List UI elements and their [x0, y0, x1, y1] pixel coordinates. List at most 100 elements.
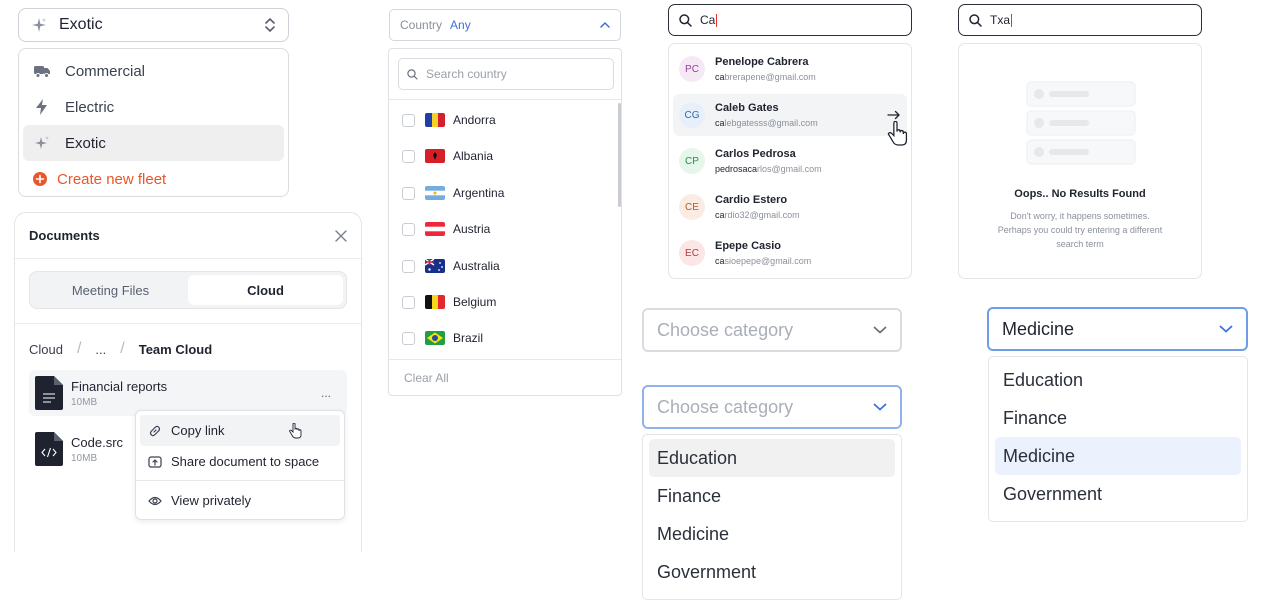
- menu-item-copy-link[interactable]: Copy link: [140, 415, 340, 446]
- clear-all-button[interactable]: Clear All: [404, 371, 449, 385]
- category-option-education[interactable]: Education: [649, 439, 895, 477]
- category-option-finance[interactable]: Finance: [649, 477, 895, 515]
- scrollbar[interactable]: [618, 103, 621, 207]
- category-option-government[interactable]: Government: [995, 475, 1241, 513]
- contact-results-panel: PC Penelope Cabrera cabrerapene@gmail.co…: [668, 43, 912, 279]
- category-placeholder: Choose category: [657, 396, 794, 417]
- category-option-education[interactable]: Education: [995, 361, 1241, 399]
- checkbox[interactable]: [402, 295, 415, 309]
- create-fleet-label: Create new fleet: [57, 170, 167, 188]
- file-context-menu: Copy link Share document to space View p…: [135, 410, 345, 520]
- contact-name: Penelope Cabrera: [715, 56, 809, 68]
- category-select-open[interactable]: Choose category: [642, 385, 902, 429]
- breadcrumb-cloud[interactable]: Cloud: [29, 342, 63, 357]
- checkbox[interactable]: [402, 113, 415, 127]
- pointer-cursor-icon: [886, 121, 908, 147]
- close-icon[interactable]: [335, 229, 347, 242]
- lightning-icon: [33, 99, 51, 115]
- search-icon: [407, 68, 418, 80]
- country-option-albania[interactable]: Albania: [402, 146, 493, 166]
- menu-item-view-privately[interactable]: View privately: [140, 485, 340, 516]
- country-option-argentina[interactable]: Argentina: [402, 183, 504, 203]
- category-placeholder: Choose category: [657, 319, 794, 340]
- avatar: PC: [679, 56, 705, 82]
- country-name: Andorra: [453, 113, 496, 127]
- contact-email: cardio32@gmail.com: [715, 210, 800, 220]
- contact-email: cabrerapene@gmail.com: [715, 72, 816, 82]
- checkbox[interactable]: [402, 259, 415, 273]
- fleet-item-commercial[interactable]: Commercial: [23, 53, 284, 89]
- breadcrumb-ellipsis[interactable]: ...: [95, 342, 106, 357]
- create-fleet-button[interactable]: Create new fleet: [23, 161, 284, 197]
- country-name: Brazil: [453, 331, 484, 345]
- share-upload-icon: [148, 455, 162, 469]
- country-option-australia[interactable]: Australia: [402, 256, 500, 276]
- contact-email: casioepepe@gmail.com: [715, 256, 812, 266]
- breadcrumb-separator: /: [120, 340, 125, 357]
- contact-row[interactable]: CP Carlos Pedrosa pedrosacarlos@gmail.co…: [673, 140, 907, 182]
- arrow-right-icon[interactable]: [887, 110, 901, 120]
- fleet-item-label: Exotic: [65, 134, 106, 152]
- contact-row[interactable]: PC Penelope Cabrera cabrerapene@gmail.co…: [673, 48, 907, 90]
- country-list-panel: Search country Andorra Albania Argentina…: [388, 48, 622, 396]
- category-option-medicine[interactable]: Medicine: [995, 437, 1241, 475]
- country-option-brazil[interactable]: Brazil: [402, 328, 483, 348]
- fleet-select[interactable]: Exotic: [18, 8, 289, 42]
- fleet-item-electric[interactable]: Electric: [23, 89, 284, 125]
- tab-meeting-files[interactable]: Meeting Files: [33, 275, 188, 305]
- country-option-belgium[interactable]: Belgium: [402, 292, 496, 312]
- austria-flag-icon: [425, 222, 445, 236]
- documents-header: Documents: [15, 213, 361, 259]
- category-option-medicine[interactable]: Medicine: [649, 515, 895, 553]
- contact-row[interactable]: EC Epepe Casio casioepepe@gmail.com: [673, 232, 907, 274]
- divider: [15, 323, 361, 324]
- sparkle-icon: [31, 17, 47, 33]
- fleet-item-exotic[interactable]: Exotic: [23, 125, 284, 161]
- country-filter-label: Country: [400, 18, 443, 32]
- country-option-andorra[interactable]: Andorra: [402, 110, 496, 130]
- avatar: CP: [679, 148, 705, 174]
- file-name: Financial reports: [71, 378, 168, 394]
- divider: [389, 99, 621, 100]
- contact-name: Cardio Estero: [715, 194, 788, 206]
- empty-state-title: Oops.. No Results Found: [1014, 188, 1146, 200]
- category-menu: Education Finance Medicine Government: [642, 434, 902, 600]
- australia-flag-icon: [425, 259, 445, 273]
- contact-name: Carlos Pedrosa: [715, 148, 796, 160]
- checkbox[interactable]: [402, 331, 415, 345]
- category-option-finance[interactable]: Finance: [995, 399, 1241, 437]
- empty-list-illustration-icon: [1025, 80, 1137, 168]
- category-select-selected[interactable]: Medicine: [987, 307, 1248, 351]
- breadcrumb-separator: /: [76, 340, 82, 357]
- text-caret: [716, 13, 718, 27]
- link-icon: [148, 424, 162, 438]
- menu-item-share-document[interactable]: Share document to space: [140, 446, 340, 477]
- documents-tabs: Meeting Files Cloud: [29, 271, 347, 309]
- contact-row[interactable]: CE Cardio Estero cardio32@gmail.com: [673, 186, 907, 228]
- avatar: EC: [679, 240, 705, 266]
- checkbox[interactable]: [402, 186, 415, 200]
- avatar: CE: [679, 194, 705, 220]
- search-icon: [679, 13, 692, 27]
- checkbox[interactable]: [402, 149, 415, 163]
- tab-cloud[interactable]: Cloud: [188, 275, 343, 305]
- country-name: Argentina: [453, 186, 505, 200]
- search-icon: [969, 13, 982, 27]
- category-option-government[interactable]: Government: [649, 553, 895, 591]
- contact-search-input[interactable]: Ca: [668, 4, 912, 36]
- more-options-button[interactable]: ...: [321, 386, 331, 400]
- avatar: CG: [679, 102, 705, 128]
- empty-search-input[interactable]: Txa: [958, 4, 1202, 36]
- chevron-down-icon: [1219, 325, 1233, 333]
- search-country-input[interactable]: Search country: [398, 58, 614, 90]
- category-select[interactable]: Choose category: [642, 308, 902, 352]
- contact-row[interactable]: CG Caleb Gates calebgatesss@gmail.com: [673, 94, 907, 136]
- argentina-flag-icon: [425, 186, 445, 200]
- country-name: Austria: [453, 222, 491, 236]
- fleet-item-label: Electric: [65, 98, 115, 116]
- checkbox[interactable]: [402, 222, 415, 236]
- fleet-item-label: Commercial: [65, 62, 146, 80]
- country-option-austria[interactable]: Austria: [402, 219, 490, 239]
- country-name: Albania: [453, 149, 494, 163]
- country-filter[interactable]: Country Any: [389, 9, 621, 41]
